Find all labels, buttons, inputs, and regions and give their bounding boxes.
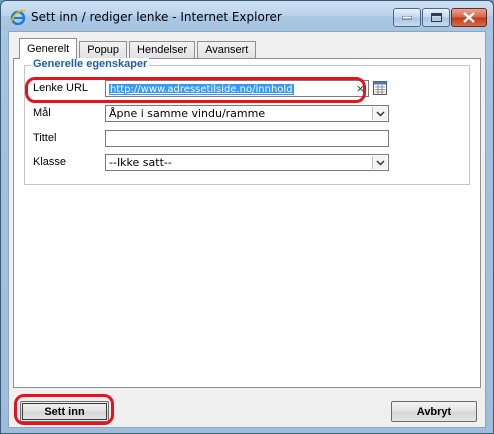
title-input[interactable] [105, 130, 389, 147]
tab-panel-generelt: Generelle egenskaper Lenke URL http://ww… [13, 58, 481, 388]
class-value: --Ikke satt-- [109, 156, 172, 169]
tab-avansert[interactable]: Avansert [197, 41, 257, 59]
title-row: Tittel [33, 130, 463, 147]
chevron-down-icon [372, 107, 387, 120]
target-value: Åpne i samme vindu/ramme [109, 107, 266, 120]
class-label: Klasse [33, 156, 67, 168]
url-highlight-annotation [25, 77, 366, 103]
target-label: Mål [33, 107, 51, 119]
close-icon [463, 12, 475, 23]
title-bar[interactable]: Sett inn / rediger lenke - Internet Expl… [1, 1, 493, 31]
class-row: Klasse --Ikke satt-- [33, 154, 463, 171]
tab-popup[interactable]: Popup [79, 41, 128, 59]
target-select[interactable]: Åpne i samme vindu/ramme [105, 105, 389, 122]
maximize-button[interactable] [422, 8, 450, 27]
ie-logo-icon [10, 9, 26, 26]
window-title: Sett inn / rediger lenke - Internet Expl… [31, 10, 282, 24]
title-label: Tittel [33, 132, 57, 144]
tab-generelt[interactable]: Generelt [19, 38, 78, 59]
group-legend: Generelle egenskaper [31, 58, 150, 70]
chevron-down-icon [372, 156, 387, 169]
cancel-button[interactable]: Avbryt [391, 401, 477, 422]
dialog-window: Sett inn / rediger lenke - Internet Expl… [0, 0, 494, 434]
browse-list-icon[interactable] [373, 81, 387, 95]
insert-highlight-annotation [14, 394, 114, 425]
maximize-icon [430, 13, 442, 22]
minimize-button[interactable] [393, 8, 421, 27]
target-row: Mål Åpne i samme vindu/ramme [33, 105, 463, 122]
tab-hendelser[interactable]: Hendelser [129, 41, 196, 59]
class-select[interactable]: --Ikke satt-- [105, 154, 389, 171]
tab-strip: Generelt Popup Hendelser Avansert [19, 38, 258, 59]
minimize-icon [402, 15, 412, 20]
close-button[interactable] [451, 8, 487, 27]
